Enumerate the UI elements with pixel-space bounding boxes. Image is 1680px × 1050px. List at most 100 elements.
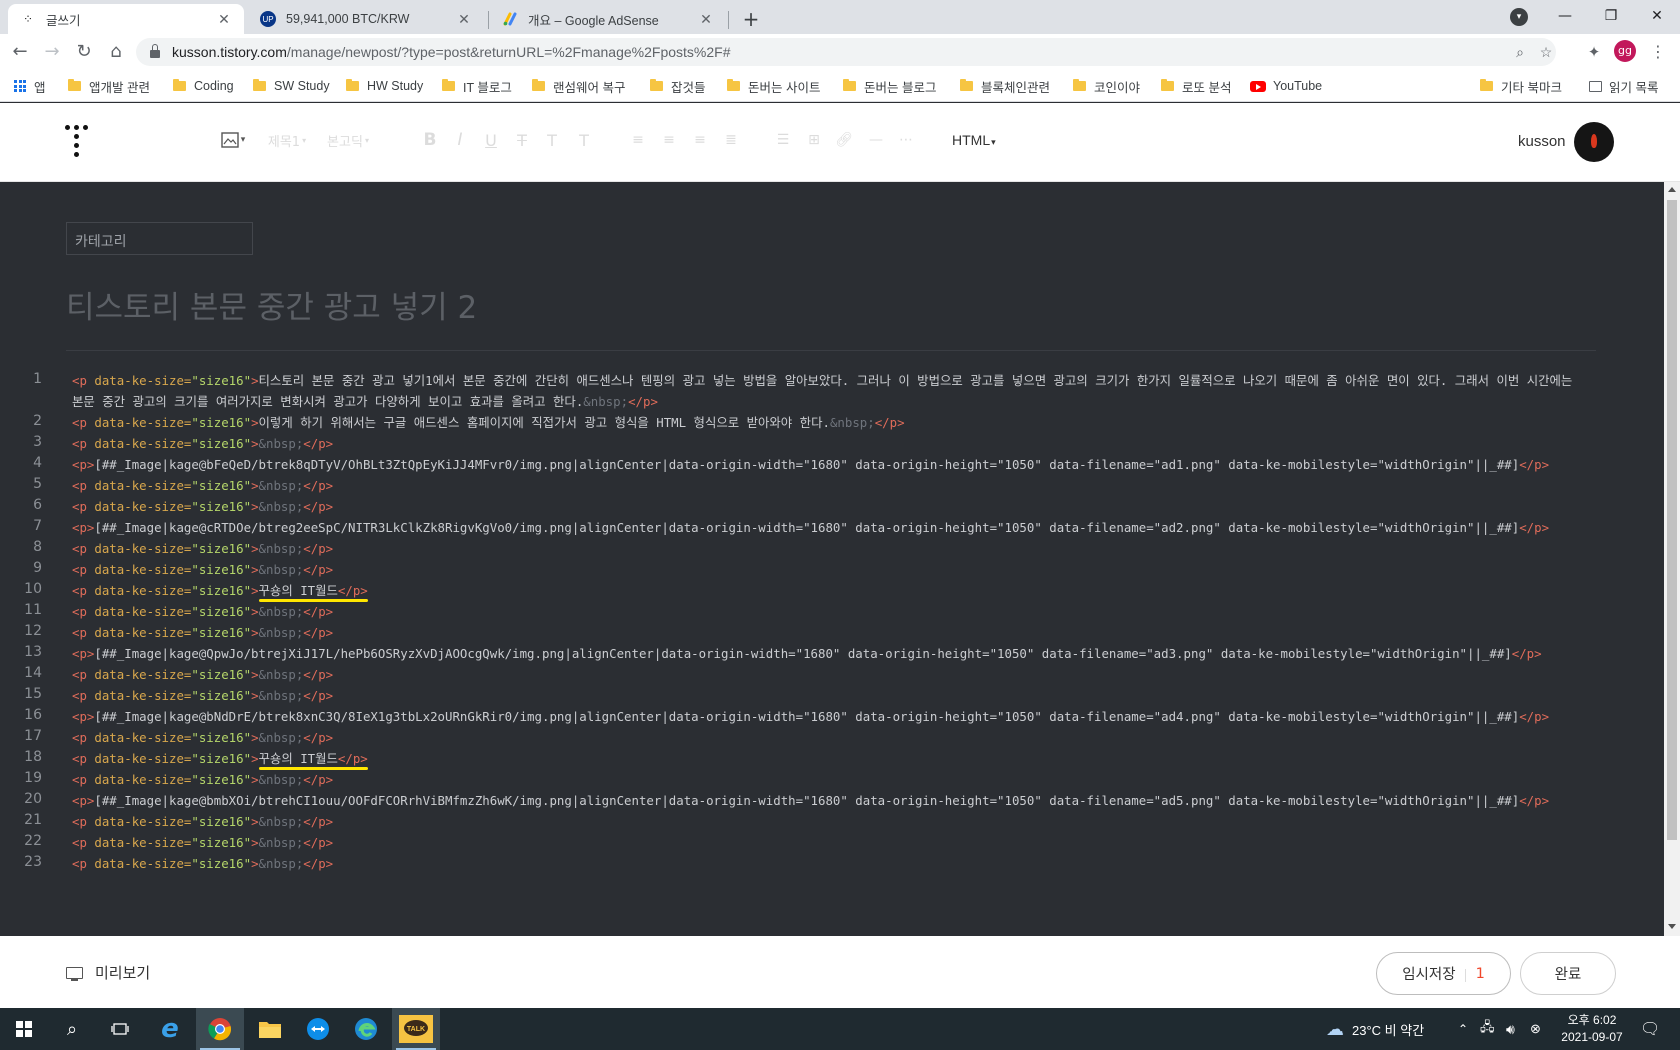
reload-icon[interactable]: ↻ bbox=[72, 40, 96, 64]
code-line[interactable]: 18 <p data-ke-size="size16">꾸숑의 IT월드</p> bbox=[0, 748, 1664, 770]
code-line[interactable]: 1 <p data-ke-size="size16">티스토리 본문 중간 광고 … bbox=[0, 370, 1664, 412]
link-icon[interactable]: 🔗︎ bbox=[834, 128, 854, 152]
weather-widget[interactable]: ☁ 23°C 비 약간 bbox=[1326, 1008, 1424, 1050]
profile-avatar[interactable]: gg bbox=[1614, 40, 1636, 62]
more-icon[interactable]: ⋯ bbox=[896, 128, 916, 152]
code-line[interactable]: 8 <p data-ke-size="size16">&nbsp;</p> bbox=[0, 538, 1664, 559]
chrome-icon[interactable] bbox=[196, 1008, 244, 1050]
table-icon[interactable]: ⊞ bbox=[804, 128, 824, 152]
bookmark-folder[interactable]: 랜섬웨어 복구 bbox=[532, 76, 625, 96]
code-line[interactable]: 13 <p>[##_Image|kage@QpwJo/btrejXiJ17L/he… bbox=[0, 643, 1664, 664]
search-icon[interactable]: ⌕ bbox=[48, 1008, 96, 1050]
home-icon[interactable]: ⌂ bbox=[104, 40, 128, 64]
avatar[interactable] bbox=[1574, 122, 1614, 162]
code-line[interactable]: 7 <p>[##_Image|kage@cRTDOe/btreg2eeSpC/NI… bbox=[0, 517, 1664, 538]
code-line[interactable]: 15 <p data-ke-size="size16">&nbsp;</p> bbox=[0, 685, 1664, 706]
underline-icon[interactable]: U bbox=[481, 128, 501, 152]
align-left-icon[interactable]: ≡ bbox=[628, 128, 648, 152]
temp-save-button[interactable]: 임시저장 1 bbox=[1376, 952, 1511, 995]
italic-icon[interactable]: I bbox=[450, 128, 470, 152]
other-bookmarks[interactable]: 기타 북마크 bbox=[1480, 76, 1562, 96]
close-icon[interactable]: ✕ bbox=[456, 11, 472, 28]
back-icon[interactable]: ← bbox=[8, 40, 32, 64]
code-line[interactable]: 10 <p data-ke-size="size16">꾸숑의 IT월드</p> bbox=[0, 580, 1664, 602]
tab-search-icon[interactable]: ▾ bbox=[1510, 8, 1528, 26]
heading-select[interactable]: 제목1 ▾ bbox=[264, 128, 310, 152]
reading-list[interactable]: 읽기 목록 bbox=[1589, 76, 1658, 96]
background-color-icon[interactable]: T bbox=[574, 128, 594, 152]
bookmark-folder[interactable]: 돈버는 사이트 bbox=[727, 76, 820, 96]
html-code-editor[interactable]: 1 <p data-ke-size="size16">티스토리 본문 중간 광고 … bbox=[0, 370, 1664, 874]
forward-icon[interactable]: → bbox=[40, 40, 64, 64]
publish-button[interactable]: 완료 bbox=[1520, 952, 1616, 995]
code-line[interactable]: 12 <p data-ke-size="size16">&nbsp;</p> bbox=[0, 622, 1664, 643]
bookmark-star-icon[interactable]: ☆ bbox=[1536, 38, 1556, 66]
code-line[interactable]: 22 <p data-ke-size="size16">&nbsp;</p> bbox=[0, 832, 1664, 853]
new-tab-button[interactable]: + bbox=[738, 6, 764, 32]
align-justify-icon[interactable]: ≣ bbox=[721, 128, 741, 152]
code-line[interactable]: 3 <p data-ke-size="size16">&nbsp;</p> bbox=[0, 433, 1664, 454]
list-icon[interactable]: ☰ bbox=[773, 128, 793, 152]
bookmark-folder[interactable]: 블록체인관련 bbox=[960, 76, 1050, 96]
tab-upbit[interactable]: UP 59,941,000 BTC/KRW ✕ bbox=[248, 4, 484, 34]
code-line[interactable]: 21 <p data-ke-size="size16">&nbsp;</p> bbox=[0, 811, 1664, 832]
align-center-icon[interactable]: ≡ bbox=[659, 128, 679, 152]
code-line[interactable]: 11 <p data-ke-size="size16">&nbsp;</p> bbox=[0, 601, 1664, 622]
kakaotalk-icon[interactable]: TALK bbox=[392, 1008, 440, 1050]
network-icon[interactable]: 🖧︎ bbox=[1480, 1008, 1495, 1050]
tab-write[interactable]: ⁘ 글쓰기 ✕ bbox=[8, 4, 244, 34]
bookmark-folder[interactable]: 코인이야 bbox=[1073, 76, 1140, 96]
scrollbar-thumb[interactable] bbox=[1667, 200, 1677, 840]
clock[interactable]: 오후 6:02 2021-09-07 bbox=[1552, 1012, 1632, 1046]
bookmark-folder[interactable]: 로또 분석 bbox=[1161, 76, 1231, 96]
code-line[interactable]: 16 <p>[##_Image|kage@bNdDrE/btrek8xnC3Q/8… bbox=[0, 706, 1664, 727]
user-name[interactable]: kusson bbox=[1518, 133, 1566, 150]
tab-adsense[interactable]: 개요 – Google AdSense ✕ bbox=[490, 4, 726, 34]
notification-mute-icon[interactable]: ⊗ bbox=[1530, 1008, 1541, 1050]
start-button[interactable] bbox=[0, 1008, 48, 1050]
close-window-button[interactable]: ✕ bbox=[1634, 2, 1680, 30]
teamviewer-icon[interactable] bbox=[294, 1008, 342, 1050]
bookmark-folder[interactable]: HW Study bbox=[346, 76, 423, 96]
align-right-icon[interactable]: ≡ bbox=[690, 128, 710, 152]
maximize-button[interactable]: ❐ bbox=[1588, 2, 1634, 30]
code-line[interactable]: 23 <p data-ke-size="size16">&nbsp;</p> bbox=[0, 853, 1664, 874]
bookmark-folder[interactable]: SW Study bbox=[253, 76, 330, 96]
bold-icon[interactable]: B bbox=[420, 128, 440, 152]
close-icon[interactable]: ✕ bbox=[698, 11, 714, 28]
code-line[interactable]: 5 <p data-ke-size="size16">&nbsp;</p> bbox=[0, 475, 1664, 496]
code-line[interactable]: 9 <p data-ke-size="size16">&nbsp;</p> bbox=[0, 559, 1664, 580]
action-center-icon[interactable]: 🗨︎ bbox=[1640, 1008, 1660, 1050]
task-view-icon[interactable] bbox=[96, 1008, 144, 1050]
close-icon[interactable]: ✕ bbox=[216, 11, 232, 28]
volume-icon[interactable]: 🔊︎ bbox=[1506, 1008, 1515, 1050]
code-line[interactable]: 6 <p data-ke-size="size16">&nbsp;</p> bbox=[0, 496, 1664, 517]
category-select[interactable]: 카테고리 bbox=[66, 222, 253, 255]
extensions-icon[interactable]: ✦ bbox=[1582, 40, 1606, 64]
file-explorer-icon[interactable] bbox=[246, 1008, 294, 1050]
scroll-up-icon[interactable] bbox=[1668, 187, 1676, 192]
image-icon[interactable]: ▾ bbox=[218, 128, 248, 152]
zoom-icon[interactable]: ⌕ bbox=[1510, 38, 1530, 66]
bookmark-folder[interactable]: 잡것들 bbox=[650, 76, 706, 96]
code-line[interactable]: 2 <p data-ke-size="size16">이렇게 하기 위해서는 구글… bbox=[0, 412, 1664, 433]
tistory-logo-icon[interactable] bbox=[65, 125, 93, 159]
minimize-button[interactable]: — bbox=[1542, 2, 1588, 30]
code-line[interactable]: 19 <p data-ke-size="size16">&nbsp;</p> bbox=[0, 769, 1664, 790]
code-line[interactable]: 14 <p data-ke-size="size16">&nbsp;</p> bbox=[0, 664, 1664, 685]
code-line[interactable]: 4 <p>[##_Image|kage@bFeQeD/btrek8qDTyV/Oh… bbox=[0, 454, 1664, 475]
bookmark-folder[interactable]: Coding bbox=[173, 76, 234, 96]
code-line[interactable]: 20 <p>[##_Image|kage@bmbXOi/btrehCI1ouu/O… bbox=[0, 790, 1664, 811]
bookmark-folder[interactable]: IT 블로그 bbox=[442, 76, 512, 96]
code-line[interactable]: 17 <p data-ke-size="size16">&nbsp;</p> bbox=[0, 727, 1664, 748]
tray-overflow-icon[interactable]: ⌃ bbox=[1458, 1008, 1468, 1050]
address-bar[interactable]: kusson.tistory.com/manage/newpost/?type=… bbox=[136, 38, 1556, 66]
preview-button[interactable]: 미리보기 bbox=[66, 962, 150, 983]
bookmark-folder[interactable]: 돈버는 블로그 bbox=[843, 76, 936, 96]
scrollbar[interactable] bbox=[1664, 182, 1680, 936]
edge-icon[interactable] bbox=[342, 1008, 390, 1050]
bookmark-apps[interactable]: 앱 bbox=[14, 76, 46, 96]
scroll-down-icon[interactable] bbox=[1668, 924, 1676, 929]
bookmark-folder[interactable]: 앱개발 관련 bbox=[68, 76, 150, 96]
ie-icon[interactable]: e bbox=[146, 1008, 194, 1050]
